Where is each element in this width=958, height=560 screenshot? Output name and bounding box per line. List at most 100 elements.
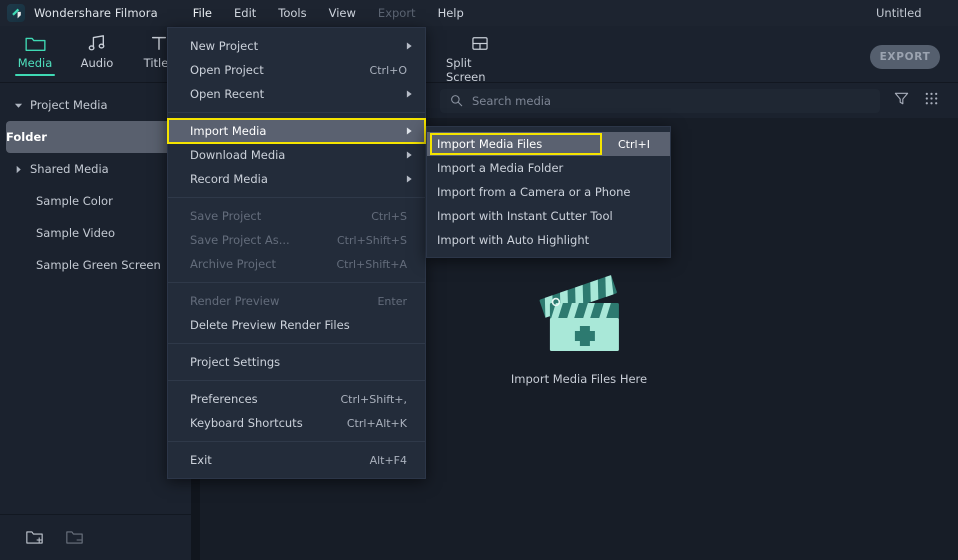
menu-label: Import a Media Folder	[437, 161, 656, 175]
menu-label: New Project	[190, 39, 411, 53]
filter-icon[interactable]	[894, 91, 909, 110]
tool-audio[interactable]: Audio	[66, 32, 128, 70]
filmora-logo-icon	[10, 7, 23, 20]
dropzone-label: Import Media Files Here	[511, 372, 647, 386]
app-name-label: Wondershare Filmora	[34, 6, 158, 20]
sidebar-item-project-media[interactable]: Project Media	[0, 89, 191, 121]
submenu-item-import-from-camera-or-phone[interactable]: Import from a Camera or a Phone	[427, 180, 670, 204]
chevron-down-icon	[14, 101, 30, 110]
menu-label: Archive Project	[190, 257, 336, 271]
project-title-label: Untitled	[876, 0, 954, 26]
menu-file[interactable]: File	[182, 0, 223, 26]
menu-item-render-preview: Render Preview Enter	[168, 289, 425, 313]
tool-media-label: Media	[18, 56, 53, 70]
menu-label: Exit	[190, 453, 370, 467]
tool-media-underline	[15, 74, 55, 76]
new-folder-icon[interactable]	[14, 530, 54, 545]
menu-label: Save Project As...	[190, 233, 337, 247]
text-t-icon	[150, 32, 168, 54]
menu-item-save-project-as: Save Project As... Ctrl+Shift+S	[168, 228, 425, 252]
menu-bar: File Edit Tools View Export Help	[182, 0, 475, 26]
menu-tools[interactable]: Tools	[267, 0, 317, 26]
submenu-item-import-a-media-folder[interactable]: Import a Media Folder	[427, 156, 670, 180]
menu-item-delete-preview-render-files[interactable]: Delete Preview Render Files	[168, 313, 425, 337]
menu-item-new-project[interactable]: New Project	[168, 34, 425, 58]
import-media-submenu: Import Media Files Ctrl+I Import a Media…	[426, 126, 671, 258]
menu-item-exit[interactable]: Exit Alt+F4	[168, 448, 425, 472]
menu-separator	[168, 282, 425, 283]
menu-label: Open Project	[190, 63, 370, 77]
menu-item-project-settings[interactable]: Project Settings	[168, 350, 425, 374]
submenu-item-import-with-instant-cutter-tool[interactable]: Import with Instant Cutter Tool	[427, 204, 670, 228]
menu-item-download-media[interactable]: Download Media	[168, 143, 425, 167]
sidebar-label-folder: Folder	[6, 130, 47, 144]
menu-item-save-project: Save Project Ctrl+S	[168, 204, 425, 228]
menu-item-archive-project: Archive Project Ctrl+Shift+A	[168, 252, 425, 276]
folder-icon	[25, 32, 46, 54]
menu-item-import-media[interactable]: Import Media	[168, 119, 425, 143]
menu-accel: Ctrl+I	[618, 138, 656, 151]
menu-separator	[168, 197, 425, 198]
menu-label: Save Project	[190, 209, 371, 223]
filmora-app-window: Wondershare Filmora File Edit Tools View…	[0, 0, 958, 560]
sidebar-item-sample-green-screen[interactable]: Sample Green Screen 1	[0, 249, 191, 281]
menu-label: Import Media	[190, 124, 411, 138]
sidebar-item-sample-video[interactable]: Sample Video 2	[0, 217, 191, 249]
menu-separator	[168, 112, 425, 113]
clapperboard-plus-icon	[534, 270, 624, 358]
menu-separator	[168, 343, 425, 344]
import-media-dropzone[interactable]: Import Media Files Here	[511, 270, 647, 386]
menu-label: Record Media	[190, 172, 411, 186]
menu-item-keyboard-shortcuts[interactable]: Keyboard Shortcuts Ctrl+Alt+K	[168, 411, 425, 435]
menu-accel: Ctrl+S	[371, 210, 411, 223]
sidebar-item-shared-media[interactable]: Shared Media	[0, 153, 191, 185]
submenu-item-import-media-files[interactable]: Import Media Files Ctrl+I	[427, 132, 670, 156]
submenu-arrow-icon	[406, 172, 413, 186]
search-input[interactable]	[472, 94, 852, 108]
media-library-sidebar: Project Media Folder Shared Media Sample…	[0, 83, 191, 560]
remove-folder-icon[interactable]	[54, 530, 94, 545]
media-tree: Project Media Folder Shared Media Sample…	[0, 83, 191, 281]
menu-item-open-project[interactable]: Open Project Ctrl+O	[168, 58, 425, 82]
file-menu-popup: New Project Open Project Ctrl+O Open Rec…	[167, 27, 426, 479]
export-button[interactable]: EXPORT	[870, 45, 940, 69]
grid-view-icon[interactable]	[924, 91, 939, 110]
title-bar: Wondershare Filmora File Edit Tools View…	[0, 0, 958, 26]
sidebar-label-sample-video: Sample Video	[36, 226, 174, 240]
menu-label: Download Media	[190, 148, 411, 162]
music-note-icon	[87, 32, 107, 54]
sidebar-item-sample-color[interactable]: Sample Color 2	[0, 185, 191, 217]
sidebar-item-folder[interactable]: Folder	[6, 121, 185, 153]
submenu-arrow-icon	[406, 124, 413, 138]
tool-media[interactable]: Media	[4, 32, 66, 70]
chevron-right-icon	[14, 165, 30, 174]
menu-view[interactable]: View	[318, 0, 367, 26]
menu-item-open-recent[interactable]: Open Recent	[168, 82, 425, 106]
search-box[interactable]	[440, 89, 880, 113]
sidebar-bottom-bar	[0, 514, 191, 560]
menu-item-record-media[interactable]: Record Media	[168, 167, 425, 191]
menu-accel: Ctrl+Shift+A	[336, 258, 411, 271]
main-toolbar: Media Audio Titles	[0, 26, 958, 83]
menu-separator	[168, 380, 425, 381]
submenu-item-import-with-auto-highlight[interactable]: Import with Auto Highlight	[427, 228, 670, 252]
menu-label: Delete Preview Render Files	[190, 318, 411, 332]
menu-edit[interactable]: Edit	[223, 0, 267, 26]
menu-label: Open Recent	[190, 87, 411, 101]
menu-label: Preferences	[190, 392, 340, 406]
menu-label: Project Settings	[190, 355, 411, 369]
menu-item-preferences[interactable]: Preferences Ctrl+Shift+,	[168, 387, 425, 411]
submenu-arrow-icon	[406, 39, 413, 53]
menu-export: Export	[367, 0, 427, 26]
menu-accel: Ctrl+O	[370, 64, 411, 77]
sidebar-label-sample-green-screen: Sample Green Screen	[36, 258, 174, 272]
sidebar-label-sample-color: Sample Color	[36, 194, 174, 208]
menu-help[interactable]: Help	[427, 0, 475, 26]
tool-split-screen[interactable]: Split Screen	[446, 32, 514, 84]
menu-label: Import from a Camera or a Phone	[437, 185, 656, 199]
tool-split-screen-label: Split Screen	[446, 56, 514, 84]
menu-accel: Enter	[377, 295, 411, 308]
menu-label: Import with Instant Cutter Tool	[437, 209, 656, 223]
menu-separator	[168, 441, 425, 442]
menu-accel: Alt+F4	[370, 454, 411, 467]
